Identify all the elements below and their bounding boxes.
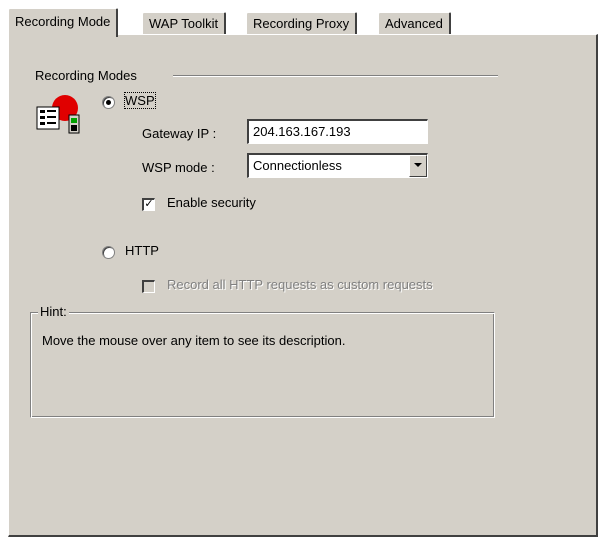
gateway-ip-input[interactable]: 204.163.167.193 bbox=[247, 119, 428, 144]
wsp-mode-label: WSP mode : bbox=[142, 160, 215, 175]
chevron-down-icon[interactable] bbox=[409, 155, 427, 177]
enable-security-label[interactable]: Enable security bbox=[167, 195, 256, 210]
hint-title: Hint: bbox=[38, 304, 69, 319]
http-radio[interactable] bbox=[102, 246, 115, 259]
enable-security-checkbox[interactable]: ✓ bbox=[142, 198, 155, 211]
tab-wap-toolkit[interactable]: WAP Toolkit bbox=[142, 12, 227, 35]
wsp-mode-select[interactable]: Connectionless bbox=[247, 153, 428, 178]
tab-recording-proxy[interactable]: Recording Proxy bbox=[246, 12, 358, 35]
tab-advanced[interactable]: Advanced bbox=[378, 12, 451, 35]
tab-panel: Recording Modes WSP Gateway IP : 204.163… bbox=[8, 34, 598, 537]
recording-app-icon bbox=[36, 95, 80, 134]
record-all-http-label: Record all HTTP requests as custom reque… bbox=[167, 277, 433, 292]
group-divider bbox=[173, 75, 498, 77]
http-label[interactable]: HTTP bbox=[125, 243, 159, 258]
hint-box bbox=[30, 312, 495, 418]
gateway-ip-label: Gateway IP : bbox=[142, 126, 217, 141]
wsp-mode-value: Connectionless bbox=[253, 158, 342, 173]
wsp-label[interactable]: WSP bbox=[124, 92, 156, 109]
tab-recording-mode[interactable]: Recording Mode bbox=[8, 8, 119, 37]
tab-bar: Recording Mode WAP Toolkit Recording Pro… bbox=[8, 6, 598, 37]
record-all-http-checkbox[interactable] bbox=[142, 280, 155, 293]
wsp-label-text: WSP bbox=[124, 92, 156, 109]
hint-text: Move the mouse over any item to see its … bbox=[42, 333, 346, 348]
wsp-radio[interactable] bbox=[102, 96, 115, 109]
recording-modes-title: Recording Modes bbox=[35, 68, 137, 83]
